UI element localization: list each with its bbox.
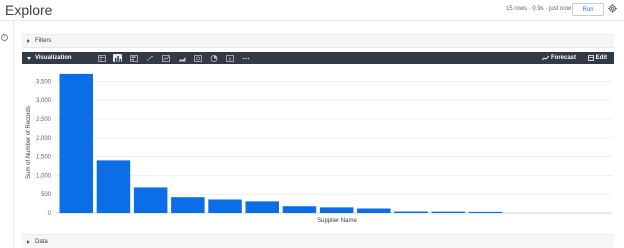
sidebar-divider [13, 21, 14, 247]
page-title: Explore [5, 2, 53, 18]
header-divider [0, 20, 624, 21]
bar[interactable] [319, 207, 354, 213]
pie-icon[interactable] [209, 54, 218, 62]
filters-label: Filters [35, 38, 52, 44]
forecast-icon [541, 55, 549, 61]
bar[interactable] [282, 206, 317, 213]
edit-label: Edit [595, 55, 607, 61]
bar[interactable] [96, 160, 131, 213]
y-tick-label: 3,500 [36, 79, 52, 85]
bar-chart-icon[interactable] [129, 54, 138, 62]
forecast-label: Forecast [550, 55, 576, 61]
caret-down-icon[interactable] [27, 56, 31, 60]
query-status: 15 rows · 0.9s · just now [506, 6, 572, 12]
run-button[interactable]: Run [572, 3, 604, 16]
y-tick-label: 2,500 [36, 117, 52, 123]
svg-text:6: 6 [228, 56, 231, 61]
more-icon[interactable] [241, 54, 250, 62]
y-tick-label: 1,000 [36, 173, 52, 179]
y-axis-label: Sum of Number of Records [26, 106, 32, 179]
bar[interactable] [59, 73, 94, 213]
column-chart-icon[interactable] [113, 54, 122, 62]
visualization-toolbar: Visualization 6 Forecast Edit [22, 52, 614, 64]
y-tick-label: 3,000 [36, 98, 52, 104]
y-tick-label: 2,000 [36, 136, 52, 142]
forecast-button[interactable]: Forecast [541, 52, 576, 64]
edit-button[interactable]: Edit [587, 52, 607, 64]
bar[interactable] [133, 187, 168, 213]
bar[interactable] [208, 199, 242, 213]
single-value-icon[interactable]: 6 [225, 54, 234, 62]
bar[interactable] [394, 211, 428, 213]
table-icon[interactable] [97, 54, 106, 62]
visualization-label[interactable]: Visualization [35, 55, 85, 61]
caret-right-icon [27, 239, 30, 244]
y-tick-label: 500 [41, 192, 52, 198]
edit-icon [587, 55, 594, 61]
caret-right-icon [27, 39, 30, 43]
chart-type-picker: 6 [97, 54, 250, 62]
column-chart: 0 500 1,000 1,500 2,000 2,500 3,000 3,500 Suppli… [26, 73, 612, 224]
line-icon[interactable] [161, 54, 170, 62]
y-tick-label: 1,500 [36, 155, 52, 161]
area-icon[interactable] [177, 54, 186, 62]
y-tick-label: 0 [48, 211, 52, 217]
data-section-toggle[interactable]: Data [22, 234, 614, 248]
x-axis-label: Supplier Name [317, 218, 357, 224]
bar[interactable] [171, 197, 205, 213]
map-icon[interactable] [193, 54, 202, 62]
filters-section-toggle[interactable]: Filters [22, 34, 614, 48]
bar[interactable] [431, 211, 466, 213]
scatter-icon[interactable] [145, 54, 154, 62]
bar[interactable] [357, 208, 391, 213]
expand-sidebar-icon[interactable]: › [1, 34, 8, 41]
gear-icon[interactable] [608, 4, 617, 13]
data-label: Data [35, 238, 48, 245]
bar[interactable] [245, 201, 280, 213]
bar[interactable] [468, 211, 503, 213]
